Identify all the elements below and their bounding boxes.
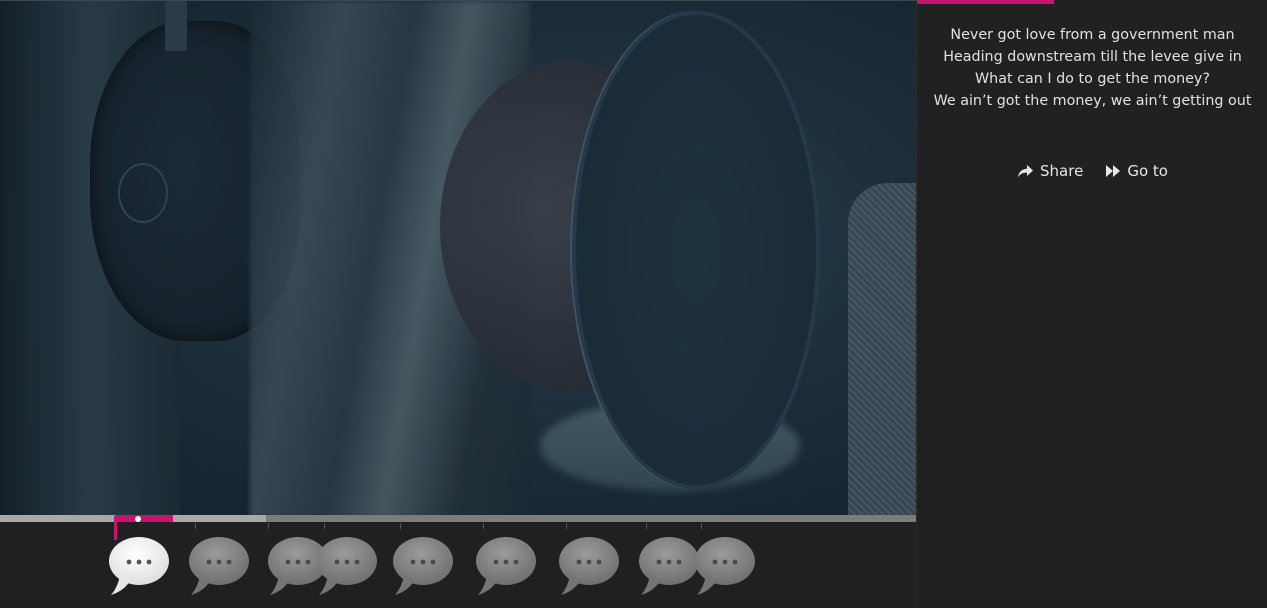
timeline-tick <box>646 523 647 529</box>
video-progress-bar[interactable] <box>0 515 916 522</box>
lyric-bubble[interactable] <box>638 535 700 597</box>
share-button[interactable]: Share <box>1017 162 1083 180</box>
lyric-line: Heading downstream till the levee give i… <box>943 49 1242 65</box>
goto-label: Go to <box>1127 162 1168 180</box>
lyric-bubble[interactable] <box>694 535 756 597</box>
timeline-tick <box>268 523 269 529</box>
panel-progress-bar <box>917 0 1054 4</box>
speech-bubble-ellipsis-icon <box>639 537 699 595</box>
lyric-actions: Share Go to <box>917 162 1267 180</box>
speech-bubble-ellipsis-icon <box>109 537 169 595</box>
video-scene-pop-filter <box>572 11 820 489</box>
video-frame[interactable] <box>0 0 916 517</box>
lyric-bubble[interactable] <box>392 535 454 597</box>
lyric-line: Never got love from a government man <box>950 27 1235 43</box>
timeline-tick <box>566 523 567 529</box>
lyric-line: What can I do to get the money? <box>975 71 1210 87</box>
timeline-tick <box>701 523 702 529</box>
played-bar <box>115 515 173 522</box>
lyrics-panel: Never got love from a government man Hea… <box>916 0 1267 608</box>
timeline-tick <box>400 523 401 529</box>
timeline-tick <box>195 523 196 529</box>
fast-forward-icon <box>1105 164 1121 178</box>
speech-bubble-ellipsis-icon <box>695 537 755 595</box>
lyrics-block: Never got love from a government man Hea… <box>917 24 1267 112</box>
speech-bubble-ellipsis-icon <box>393 537 453 595</box>
goto-button[interactable]: Go to <box>1105 162 1168 180</box>
share-label: Share <box>1040 162 1084 180</box>
lyric-bubble[interactable] <box>316 535 378 597</box>
timeline-tick <box>324 523 325 529</box>
speech-bubble-ellipsis-icon <box>189 537 249 595</box>
progress-scrubber-handle[interactable] <box>135 516 141 522</box>
lyric-bubble[interactable] <box>188 535 250 597</box>
video-scene-microphone <box>848 183 916 517</box>
speech-bubble-ellipsis-icon <box>476 537 536 595</box>
lyric-bubble[interactable] <box>108 535 170 597</box>
timeline-tick <box>483 523 484 529</box>
video-scene-headband <box>165 1 187 51</box>
lyric-bubble[interactable] <box>558 535 620 597</box>
speech-bubble-ellipsis-icon <box>317 537 377 595</box>
lyric-line: We ain’t got the money, we ain’t getting… <box>933 93 1252 109</box>
lyric-bubble[interactable] <box>475 535 537 597</box>
video-scene-logo <box>118 163 168 223</box>
speech-bubble-ellipsis-icon <box>559 537 619 595</box>
share-arrow-icon <box>1017 164 1034 179</box>
